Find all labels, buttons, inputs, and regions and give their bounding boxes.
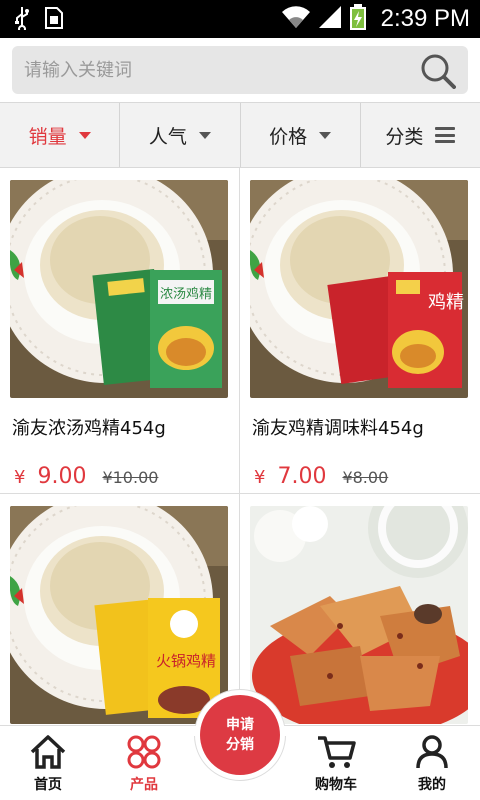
original-price: ¥8.00: [342, 468, 389, 487]
sim-icon: [44, 6, 64, 34]
product-card[interactable]: [240, 494, 480, 725]
price-value: 9.00: [37, 464, 87, 489]
filter-label: 分类: [385, 125, 424, 148]
filter-sales[interactable]: 销量: [0, 103, 121, 167]
caret-down-icon: [198, 131, 211, 139]
nav-label: 我的: [418, 777, 446, 793]
wifi-icon: [281, 4, 311, 34]
original-price: ¥10.00: [102, 468, 159, 487]
products-icon: [127, 735, 161, 769]
usb-icon: [14, 6, 30, 34]
product-image[interactable]: [250, 506, 468, 724]
filter-label: 销量: [28, 125, 67, 148]
filter-label: 人气: [148, 125, 187, 148]
price-row: ¥7.00 ¥8.00: [254, 464, 388, 489]
status-bar: 2:39 PM: [0, 0, 480, 38]
nav-home[interactable]: 首页: [0, 726, 96, 800]
currency-symbol: ¥: [14, 467, 26, 488]
home-icon: [30, 735, 66, 769]
product-name[interactable]: 渝友鸡精调味料454g: [252, 414, 424, 440]
package-label: 火锅鸡精: [156, 652, 216, 670]
product-card[interactable]: 火锅鸡精: [0, 494, 240, 725]
product-image[interactable]: 浓汤鸡精: [10, 180, 228, 398]
signal-icon: [317, 4, 343, 34]
fab-line1: 申请: [226, 717, 254, 733]
product-card[interactable]: 浓汤鸡精 渝友浓汤鸡精454g ¥9.00 ¥10.00: [0, 168, 240, 493]
nav-cart[interactable]: 购物车: [288, 726, 384, 800]
currency-symbol: ¥: [254, 467, 266, 488]
package-label: 鸡精: [428, 292, 464, 313]
caret-down-icon: [319, 131, 332, 139]
price-value: 7.00: [277, 464, 327, 489]
filter-price[interactable]: 价格: [241, 103, 361, 167]
search-box[interactable]: [12, 46, 468, 94]
caret-down-icon: [78, 131, 91, 139]
filter-popularity[interactable]: 人气: [120, 103, 241, 167]
user-icon: [416, 735, 448, 769]
product-price: ¥7.00: [254, 464, 326, 489]
product-image[interactable]: 火锅鸡精: [10, 506, 228, 724]
battery-charging-icon: [349, 3, 367, 35]
search-input[interactable]: [24, 46, 414, 94]
search-bar: [0, 38, 480, 102]
nav-profile[interactable]: 我的: [384, 726, 480, 800]
clock: 2:39 PM: [380, 5, 470, 32]
search-icon[interactable]: [420, 53, 456, 89]
package-label: 浓汤鸡精: [160, 286, 212, 302]
product-name[interactable]: 渝友浓汤鸡精454g: [12, 414, 166, 440]
filter-label: 价格: [269, 125, 308, 148]
fab-line2: 分销: [226, 737, 254, 753]
nav-label: 产品: [130, 777, 158, 793]
nav-label: 购物车: [315, 777, 357, 793]
filter-category[interactable]: 分类: [361, 103, 480, 167]
nav-products[interactable]: 产品: [96, 726, 192, 800]
price-row: ¥9.00 ¥10.00: [14, 464, 158, 489]
filter-bar: 销量 人气 价格 分类: [0, 102, 480, 168]
product-grid: 浓汤鸡精 渝友浓汤鸡精454g ¥9.00 ¥10.00 鸡精 渝友鸡精调味料4…: [0, 168, 480, 725]
cart-icon: [318, 736, 356, 768]
product-card[interactable]: 鸡精 渝友鸡精调味料454g ¥7.00 ¥8.00: [240, 168, 480, 493]
nav-label: 首页: [34, 777, 62, 793]
product-price: ¥9.00: [14, 464, 86, 489]
product-image[interactable]: 鸡精: [250, 180, 468, 398]
apply-distribution-button[interactable]: 申请 分销: [200, 695, 280, 775]
menu-icon: [435, 127, 456, 143]
